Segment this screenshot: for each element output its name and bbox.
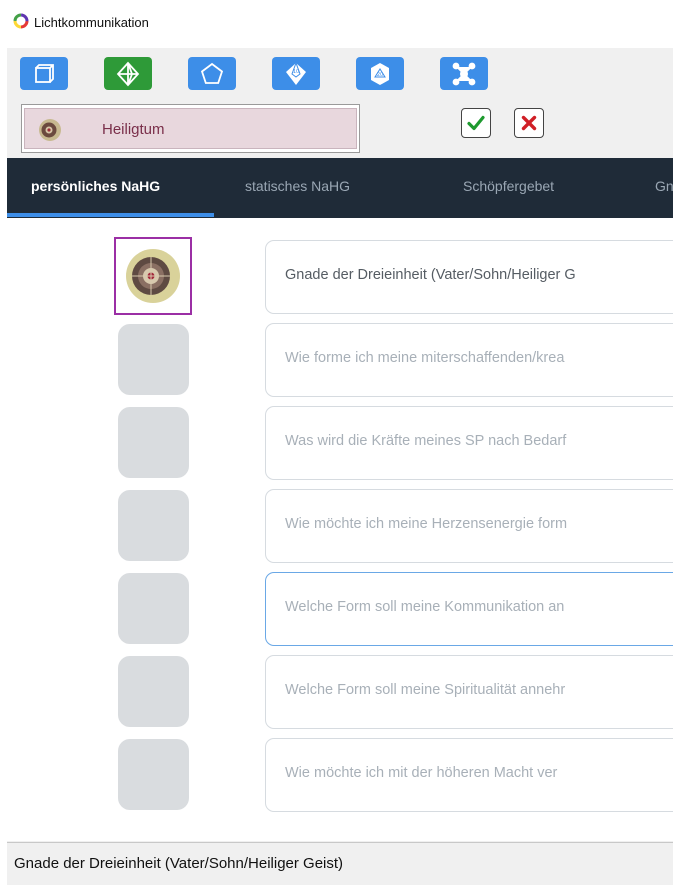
octahedron-icon — [116, 61, 140, 86]
tab-statisches-nahg[interactable]: statisches NaHG — [245, 178, 350, 194]
prompt-field[interactable]: Was wird die Kräfte meines SP nach Bedar… — [265, 406, 673, 480]
prompt-field[interactable]: Wie forme ich meine miterschaffenden/kre… — [265, 323, 673, 397]
image-slot[interactable] — [118, 407, 189, 478]
cube-icon — [35, 63, 54, 83]
title-bar: Lichtkommunikation — [7, 0, 673, 48]
image-slot[interactable] — [118, 324, 189, 395]
image-slot-selected[interactable] — [114, 237, 192, 315]
d10-die-icon: 10 — [286, 61, 306, 85]
pentagon-button[interactable] — [188, 57, 236, 90]
app-window: Lichtkommunikation 10 20 Heiligtum persö… — [7, 0, 673, 885]
selected-object-field[interactable]: Heiligtum — [21, 104, 360, 153]
close-icon — [521, 115, 537, 131]
network-icon — [452, 62, 476, 85]
d20-button[interactable]: 20 — [356, 57, 404, 90]
active-tab-indicator — [7, 213, 214, 217]
selected-object-label: Heiligtum — [102, 121, 165, 138]
octahedron-button[interactable] — [104, 57, 152, 90]
heiligtum-thumbnail-icon — [39, 119, 61, 141]
svg-text:10: 10 — [293, 69, 299, 75]
status-text: Gnade der Dreieinheit (Vater/Sohn/Heilig… — [14, 855, 344, 872]
app-logo-icon — [13, 13, 29, 29]
prompt-text: Gnade der Dreieinheit (Vater/Sohn/Heilig… — [285, 267, 576, 283]
cancel-button[interactable] — [514, 108, 544, 138]
prompt-list: Gnade der Dreieinheit (Vater/Sohn/Heilig… — [7, 218, 673, 841]
tab-schoepfergebet[interactable]: Schöpfergebet — [463, 178, 554, 194]
prompt-field[interactable]: Welche Form soll meine Spiritualität ann… — [265, 655, 673, 729]
cube-button[interactable] — [20, 57, 68, 90]
window-title: Lichtkommunikation — [34, 15, 149, 30]
prompt-placeholder: Welche Form soll meine Kommunikation an — [285, 599, 565, 615]
prompt-placeholder: Wie möchte ich meine Herzensenergie form — [285, 516, 568, 532]
prompt-field[interactable]: Wie möchte ich meine Herzensenergie form — [265, 489, 673, 563]
image-slot[interactable] — [118, 490, 189, 561]
image-slot[interactable] — [118, 573, 189, 644]
prompt-placeholder: Welche Form soll meine Spiritualität ann… — [285, 682, 566, 698]
d20-die-icon: 20 — [371, 62, 389, 85]
image-slot[interactable] — [118, 656, 189, 727]
status-bar: Gnade der Dreieinheit (Vater/Sohn/Heilig… — [7, 843, 673, 885]
prompt-placeholder: Wie möchte ich mit der höheren Macht ver — [285, 765, 558, 781]
heiligtum-image-icon — [126, 249, 180, 303]
tab-persoenliches-nahg[interactable]: persönliches NaHG — [31, 178, 160, 194]
image-slot[interactable] — [118, 739, 189, 810]
window-edge — [0, 0, 7, 885]
tab-bar: persönliches NaHG statisches NaHG Schöpf… — [7, 158, 673, 218]
svg-text:20: 20 — [377, 72, 383, 78]
confirm-button[interactable] — [461, 108, 491, 138]
prompt-field[interactable]: Gnade der Dreieinheit (Vater/Sohn/Heilig… — [265, 240, 673, 314]
pentagon-icon — [200, 62, 224, 84]
prompt-placeholder: Wie forme ich meine miterschaffenden/kre… — [285, 350, 565, 366]
prompt-placeholder: Was wird die Kräfte meines SP nach Bedar… — [285, 433, 567, 449]
tab-gnade[interactable]: Gna — [655, 178, 673, 194]
prompt-field[interactable]: Wie möchte ich mit der höheren Macht ver — [265, 738, 673, 812]
d10-button[interactable]: 10 — [272, 57, 320, 90]
selected-object-highlight: Heiligtum — [24, 108, 357, 149]
check-icon — [467, 115, 485, 131]
prompt-field-focused[interactable]: Welche Form soll meine Kommunikation an — [265, 572, 673, 646]
network-button[interactable] — [440, 57, 488, 90]
